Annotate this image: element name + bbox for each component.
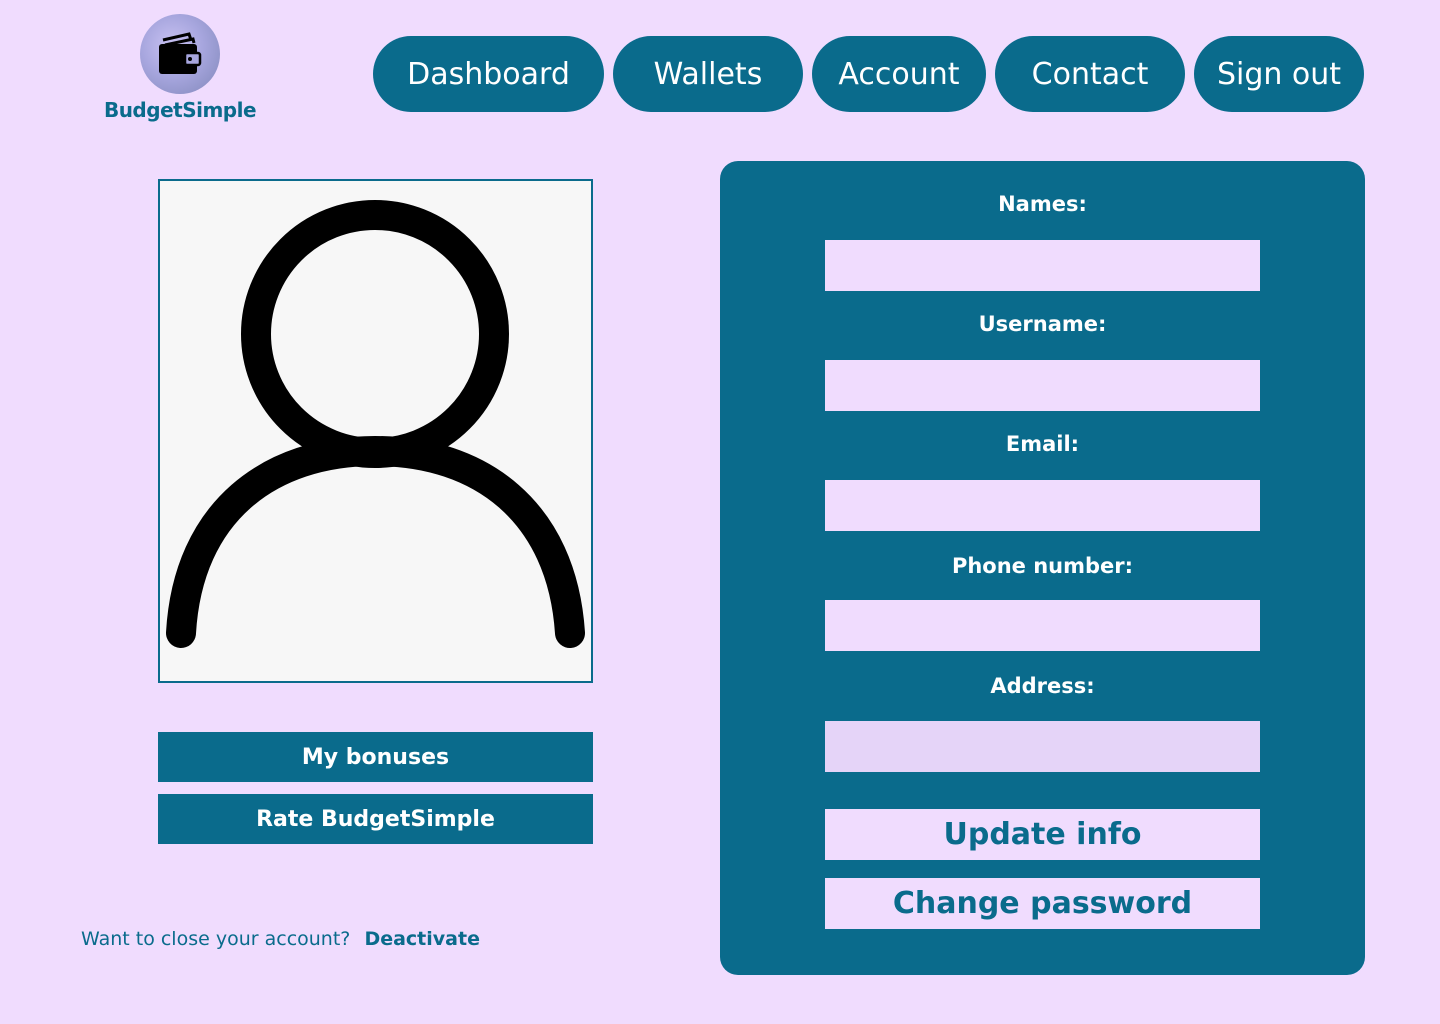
brand-logo[interactable]: BudgetSimple	[100, 14, 260, 122]
phone-label: Phone number:	[951, 554, 1134, 578]
deactivate-link[interactable]: Deactivate	[364, 928, 480, 950]
nav-dashboard-button[interactable]: Dashboard	[373, 36, 604, 112]
email-label: Email:	[1005, 432, 1080, 456]
wallet-icon	[140, 14, 220, 94]
main-nav: Dashboard Wallets Account Contact Sign o…	[373, 36, 1364, 112]
username-label: Username:	[978, 312, 1107, 336]
address-label: Address:	[990, 674, 1095, 698]
nav-wallets-button[interactable]: Wallets	[613, 36, 803, 112]
change-password-button[interactable]: Change password	[825, 878, 1260, 929]
rate-app-button[interactable]: Rate BudgetSimple	[158, 794, 593, 844]
profile-avatar[interactable]	[158, 179, 593, 683]
phone-input[interactable]	[825, 600, 1260, 651]
my-bonuses-button[interactable]: My bonuses	[158, 732, 593, 782]
user-icon	[166, 200, 585, 648]
nav-account-button[interactable]: Account	[812, 36, 986, 112]
names-label: Names:	[998, 192, 1087, 216]
update-info-button[interactable]: Update info	[825, 809, 1260, 860]
email-input[interactable]	[825, 480, 1260, 531]
address-input[interactable]	[825, 721, 1260, 772]
nav-contact-button[interactable]: Contact	[995, 36, 1185, 112]
username-input[interactable]	[825, 360, 1260, 411]
deactivate-row: Want to close your account? Deactivate	[81, 928, 480, 950]
brand-name: BudgetSimple	[103, 98, 257, 122]
account-form-panel: Names: Username: Email: Phone number: Ad…	[720, 161, 1365, 975]
close-account-prompt: Want to close your account?	[81, 928, 351, 950]
names-input[interactable]	[825, 240, 1260, 291]
nav-sign-out-button[interactable]: Sign out	[1194, 36, 1364, 112]
